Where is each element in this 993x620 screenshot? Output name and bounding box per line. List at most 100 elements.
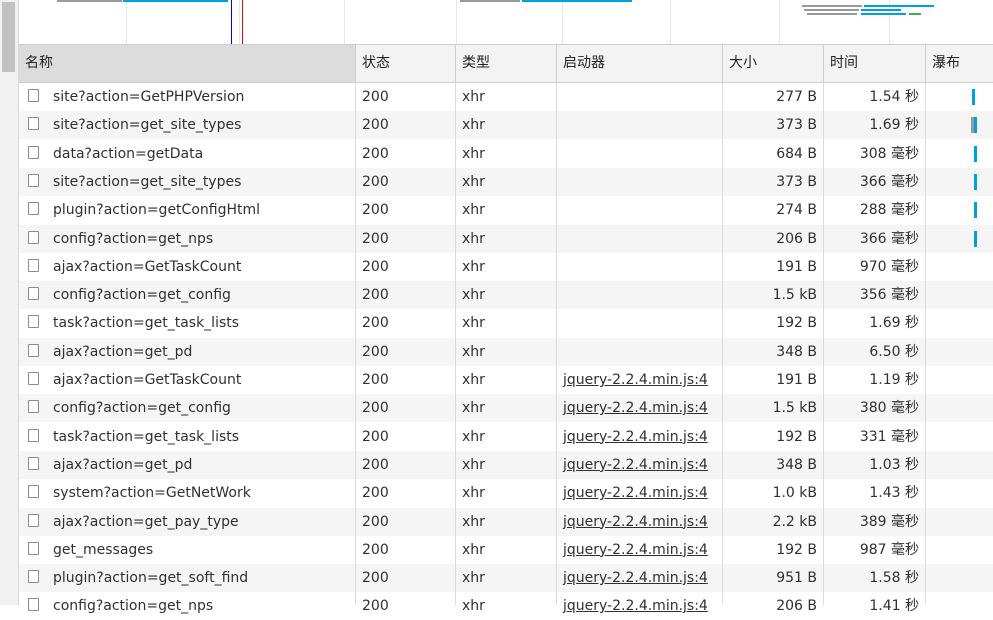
initiator-cell[interactable] [557, 281, 722, 309]
table-row[interactable]: config?action=get_config 200 xhr 1.5 kB 356 … [19, 281, 993, 310]
initiator-link[interactable]: jquery-2.2.4.min.js:4 [563, 429, 708, 445]
table-row[interactable]: plugin?action=get_soft_find 200 xhr jquery-… [19, 564, 993, 593]
request-name-cell[interactable]: plugin?action=get_soft_find [19, 564, 355, 592]
initiator-cell[interactable] [557, 338, 722, 366]
request-name-cell[interactable]: config?action=get_nps [19, 225, 355, 253]
table-row[interactable]: plugin?action=getConfigHtml 200 xhr 274 B 28… [19, 196, 993, 224]
request-name-cell[interactable]: ajax?action=get_pd [19, 451, 355, 479]
column-header-status[interactable]: 状态 [356, 45, 456, 82]
request-name[interactable]: ajax?action=GetTaskCount [53, 372, 241, 388]
initiator-cell[interactable] [557, 253, 722, 281]
request-name-cell[interactable]: task?action=get_task_lists [19, 309, 355, 337]
table-row[interactable]: config?action=get_nps 200 xhr jquery-2.2.4.… [19, 592, 993, 620]
table-row[interactable]: system?action=GetNetWork 200 xhr jquery-2.2… [19, 479, 993, 507]
initiator-cell[interactable]: jquery-2.2.4.min.js:4 [557, 508, 722, 536]
table-row[interactable]: ajax?action=GetTaskCount 200 xhr 191 B 970 毫… [19, 253, 993, 281]
left-panel-scrollbar[interactable] [0, 0, 19, 605]
initiator-link[interactable]: jquery-2.2.4.min.js:4 [563, 514, 708, 530]
initiator-link[interactable]: jquery-2.2.4.min.js:4 [563, 570, 708, 586]
column-header-name[interactable]: 名称 [19, 45, 356, 82]
request-name-cell[interactable]: config?action=get_config [19, 281, 355, 309]
initiator-cell[interactable]: jquery-2.2.4.min.js:4 [557, 451, 722, 479]
initiator-cell[interactable] [557, 168, 722, 196]
request-name-cell[interactable]: config?action=get_config [19, 394, 355, 422]
request-name[interactable]: config?action=get_nps [53, 598, 213, 614]
initiator-link[interactable]: jquery-2.2.4.min.js:4 [563, 598, 708, 614]
request-name-cell[interactable]: site?action=GetPHPVersion [19, 83, 355, 111]
table-row[interactable]: data?action=getData 200 xhr 684 B 308 毫秒 [19, 140, 993, 168]
initiator-cell[interactable]: jquery-2.2.4.min.js:4 [557, 564, 722, 592]
request-name-cell[interactable]: site?action=get_site_types [19, 111, 355, 139]
request-name-cell[interactable]: ajax?action=get_pay_type [19, 508, 355, 536]
request-name-cell[interactable]: get_messages [19, 536, 355, 564]
initiator-cell[interactable]: jquery-2.2.4.min.js:4 [557, 592, 722, 620]
table-row[interactable]: ajax?action=get_pd 200 xhr 348 B 6.50 秒 [19, 337, 993, 366]
request-name[interactable]: site?action=get_site_types [53, 117, 241, 133]
request-name[interactable]: task?action=get_task_lists [53, 315, 239, 331]
table-row[interactable]: task?action=get_task_lists 200 xhr 192 B 1.6… [19, 309, 993, 337]
request-name[interactable]: system?action=GetNetWork [53, 485, 251, 501]
table-row[interactable]: ajax?action=get_pay_type 200 xhr jquery-2.2… [19, 507, 993, 536]
table-row[interactable]: ajax?action=get_pd 200 xhr jquery-2.2.4.min… [19, 450, 993, 479]
initiator-cell[interactable]: jquery-2.2.4.min.js:4 [557, 366, 722, 394]
request-name[interactable]: plugin?action=getConfigHtml [53, 202, 260, 218]
request-name[interactable]: config?action=get_config [53, 400, 231, 416]
column-header-initiator[interactable]: 启动器 [557, 45, 723, 82]
request-name[interactable]: ajax?action=get_pd [53, 344, 192, 360]
table-row[interactable]: config?action=get_config 200 xhr jquery-2.2… [19, 394, 993, 423]
request-name-cell[interactable]: data?action=getData [19, 140, 355, 168]
column-header-waterfall[interactable]: 瀑布 [926, 45, 993, 82]
table-row[interactable]: ajax?action=GetTaskCount 200 xhr jquery-2.2… [19, 366, 993, 394]
waterfall-cell [926, 253, 993, 281]
request-name-cell[interactable]: ajax?action=get_pd [19, 338, 355, 366]
request-name-cell[interactable]: ajax?action=GetTaskCount [19, 366, 355, 394]
initiator-cell[interactable] [557, 196, 722, 224]
size-cell: 191 B [776, 258, 817, 275]
type-cell: xhr [462, 89, 485, 105]
request-name-cell[interactable]: system?action=GetNetWork [19, 479, 355, 507]
initiator-cell[interactable] [557, 111, 722, 139]
column-header-size[interactable]: 大小 [723, 45, 824, 82]
initiator-cell[interactable]: jquery-2.2.4.min.js:4 [557, 536, 722, 564]
request-name[interactable]: data?action=getData [53, 146, 203, 162]
column-header-time[interactable]: 时间 [824, 45, 926, 82]
request-name-cell[interactable]: site?action=get_site_types [19, 168, 355, 196]
request-name[interactable]: get_messages [53, 542, 153, 558]
initiator-cell[interactable] [557, 309, 722, 337]
request-name[interactable]: task?action=get_task_lists [53, 429, 239, 445]
request-name[interactable]: config?action=get_config [53, 287, 231, 303]
initiator-link[interactable]: jquery-2.2.4.min.js:4 [563, 542, 708, 558]
table-row[interactable]: site?action=get_site_types 200 xhr 373 B 1.6… [19, 111, 993, 140]
table-row[interactable]: get_messages 200 xhr jquery-2.2.4.min.js:4 1… [19, 536, 993, 564]
table-row[interactable]: task?action=get_task_lists 200 xhr jquery-2… [19, 423, 993, 451]
request-name[interactable]: config?action=get_nps [53, 231, 213, 247]
initiator-cell[interactable] [557, 83, 722, 111]
request-name[interactable]: site?action=get_site_types [53, 174, 241, 190]
initiator-cell[interactable]: jquery-2.2.4.min.js:4 [557, 423, 722, 451]
request-name-cell[interactable]: ajax?action=GetTaskCount [19, 253, 355, 281]
request-name[interactable]: site?action=GetPHPVersion [53, 89, 244, 105]
table-row[interactable]: site?action=GetPHPVersion 200 xhr 277 B 1.54… [19, 83, 993, 111]
table-row[interactable]: config?action=get_nps 200 xhr 206 B 366 毫秒 [19, 224, 993, 253]
initiator-link[interactable]: jquery-2.2.4.min.js:4 [563, 485, 708, 501]
request-name[interactable]: plugin?action=get_soft_find [53, 570, 248, 586]
column-header-type[interactable]: 类型 [456, 45, 557, 82]
request-name[interactable]: ajax?action=get_pay_type [53, 514, 239, 530]
initiator-cell[interactable] [557, 225, 722, 253]
initiator-cell[interactable] [557, 140, 722, 168]
request-name[interactable]: ajax?action=get_pd [53, 457, 192, 473]
waterfall-bar [974, 145, 977, 162]
request-name[interactable]: ajax?action=GetTaskCount [53, 259, 241, 275]
scrollbar-thumb[interactable] [2, 2, 15, 72]
status-cell: 200 [362, 428, 389, 445]
network-overview-timeline[interactable] [19, 0, 993, 45]
initiator-cell[interactable]: jquery-2.2.4.min.js:4 [557, 394, 722, 422]
initiator-link[interactable]: jquery-2.2.4.min.js:4 [563, 400, 708, 416]
initiator-cell[interactable]: jquery-2.2.4.min.js:4 [557, 479, 722, 507]
request-name-cell[interactable]: config?action=get_nps [19, 592, 355, 620]
request-name-cell[interactable]: task?action=get_task_lists [19, 423, 355, 451]
initiator-link[interactable]: jquery-2.2.4.min.js:4 [563, 372, 708, 388]
initiator-link[interactable]: jquery-2.2.4.min.js:4 [563, 457, 708, 473]
table-row[interactable]: site?action=get_site_types 200 xhr 373 B 366… [19, 167, 993, 196]
request-name-cell[interactable]: plugin?action=getConfigHtml [19, 196, 355, 224]
